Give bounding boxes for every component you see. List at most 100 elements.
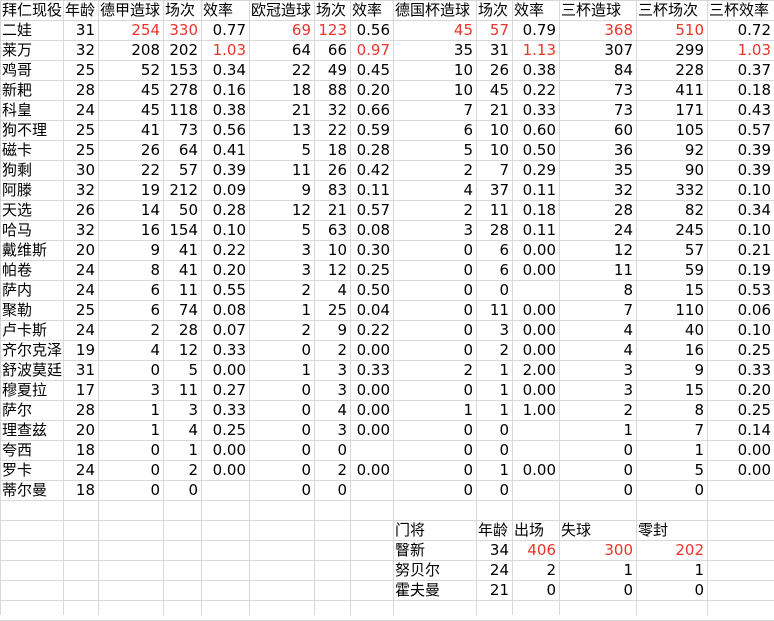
stat-cell[interactable]: 0.41 [201,140,249,160]
stat-cell[interactable]: 0.00 [512,460,559,480]
stat-cell[interactable]: 0.07 [201,320,249,340]
stat-cell[interactable]: 0.00 [350,380,393,400]
stat-cell[interactable]: 118 [163,100,201,120]
player-name-cell[interactable]: 科皇 [0,100,63,120]
stat-cell[interactable]: 17 [63,380,98,400]
stat-cell[interactable]: 2 [249,320,314,340]
stat-cell[interactable]: 0.30 [350,240,393,260]
stat-cell[interactable]: 3 [314,380,350,400]
stat-cell[interactable]: 9 [98,240,163,260]
stat-cell[interactable]: 3 [314,360,350,380]
stat-cell[interactable]: 2 [393,160,476,180]
stat-cell[interactable]: 0 [393,380,476,400]
column-header[interactable]: 场次 [163,0,201,20]
stat-cell[interactable]: 110 [636,300,707,320]
stat-cell[interactable]: 32 [63,40,98,60]
player-name-cell[interactable]: 狗不理 [0,120,63,140]
stat-cell[interactable]: 2 [314,340,350,360]
stat-cell[interactable]: 0.34 [707,200,774,220]
stat-cell[interactable]: 31 [63,20,98,40]
stat-cell[interactable]: 0.18 [707,80,774,100]
stat-cell[interactable]: 32 [314,100,350,120]
stat-cell[interactable]: 24 [63,320,98,340]
stat-cell[interactable]: 24 [63,100,98,120]
stat-cell[interactable]: 8 [636,400,707,420]
stat-cell[interactable]: 1.03 [707,40,774,60]
stat-cell[interactable]: 7 [559,300,636,320]
column-header[interactable]: 效率 [201,0,249,20]
player-name-cell[interactable]: 聚勒 [0,300,63,320]
gk-column-header[interactable]: 失球 [559,520,636,540]
stat-cell[interactable]: 0.29 [512,160,559,180]
stat-cell[interactable]: 90 [636,160,707,180]
stat-cell[interactable]: 1 [163,440,201,460]
stat-cell[interactable]: 12 [559,240,636,260]
stat-cell[interactable]: 4 [559,320,636,340]
gk-stat-cell[interactable]: 24 [476,560,512,580]
stat-cell[interactable]: 11 [476,200,512,220]
stat-cell[interactable]: 0 [314,480,350,500]
stat-cell[interactable]: 0.79 [512,20,559,40]
stat-cell[interactable]: 0.72 [707,20,774,40]
stat-cell[interactable]: 1 [559,420,636,440]
stat-cell[interactable]: 52 [98,60,163,80]
stat-cell[interactable] [350,480,393,500]
stat-cell[interactable]: 92 [636,140,707,160]
stat-cell[interactable]: 0.50 [512,140,559,160]
stat-cell[interactable]: 31 [476,40,512,60]
stat-cell[interactable]: 28 [559,200,636,220]
stat-cell[interactable]: 4 [314,400,350,420]
stat-cell[interactable]: 0.00 [512,240,559,260]
stat-cell[interactable]: 2 [393,360,476,380]
stat-cell[interactable]: 59 [636,260,707,280]
stat-cell[interactable]: 0 [393,440,476,460]
stat-cell[interactable]: 0 [393,240,476,260]
stat-cell[interactable]: 26 [98,140,163,160]
stat-cell[interactable] [350,440,393,460]
stat-cell[interactable]: 18 [314,140,350,160]
stat-cell[interactable]: 6 [393,120,476,140]
stat-cell[interactable]: 35 [559,160,636,180]
player-name-cell[interactable]: 鸡哥 [0,60,63,80]
stat-cell[interactable]: 57 [636,240,707,260]
stat-cell[interactable]: 25 [63,140,98,160]
stat-cell[interactable]: 5 [393,140,476,160]
stat-cell[interactable]: 0.18 [512,200,559,220]
stat-cell[interactable]: 0.04 [350,300,393,320]
stat-cell[interactable]: 0.10 [707,320,774,340]
stat-cell[interactable]: 0.19 [707,260,774,280]
stat-cell[interactable]: 0 [249,480,314,500]
stat-cell[interactable]: 24 [63,260,98,280]
stat-cell[interactable]: 0.21 [707,240,774,260]
stat-cell[interactable] [512,420,559,440]
column-header[interactable]: 三杯效率 [707,0,774,20]
stat-cell[interactable]: 5 [636,460,707,480]
stat-cell[interactable]: 21 [249,100,314,120]
stat-cell[interactable]: 24 [559,220,636,240]
stat-cell[interactable]: 82 [636,200,707,220]
stat-cell[interactable]: 2 [163,460,201,480]
stat-cell[interactable]: 73 [559,100,636,120]
player-name-cell[interactable]: 帕卷 [0,260,63,280]
stat-cell[interactable]: 153 [163,60,201,80]
stat-cell[interactable]: 18 [249,80,314,100]
stat-cell[interactable]: 45 [98,100,163,120]
gk-stat-cell[interactable]: 34 [476,540,512,560]
stat-cell[interactable]: 0.28 [201,200,249,220]
stat-cell[interactable]: 0.14 [707,420,774,440]
stat-cell[interactable]: 10 [314,240,350,260]
stat-cell[interactable]: 510 [636,20,707,40]
column-header[interactable]: 德国杯造球 [393,0,476,20]
stat-cell[interactable]: 0.00 [201,360,249,380]
stat-cell[interactable]: 0.43 [707,100,774,120]
stat-cell[interactable]: 3 [559,360,636,380]
stat-cell[interactable] [201,480,249,500]
stat-cell[interactable]: 1 [249,300,314,320]
stat-cell[interactable]: 0.11 [512,220,559,240]
stat-cell[interactable]: 299 [636,40,707,60]
stat-cell[interactable]: 3 [249,240,314,260]
stat-cell[interactable]: 1 [476,400,512,420]
stat-cell[interactable]: 24 [63,460,98,480]
stat-cell[interactable]: 0.60 [512,120,559,140]
stat-cell[interactable]: 45 [98,80,163,100]
